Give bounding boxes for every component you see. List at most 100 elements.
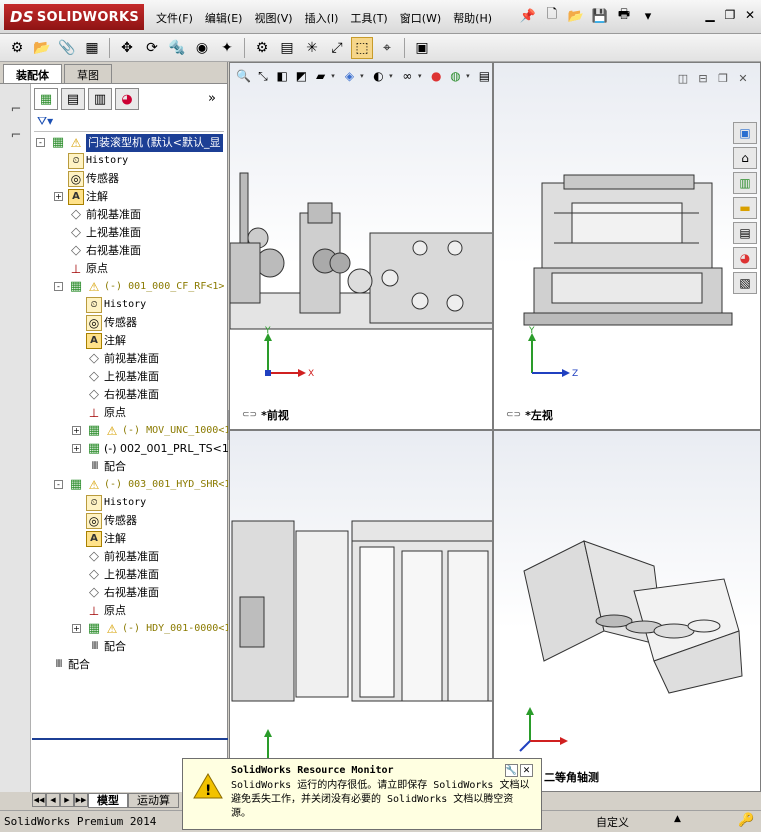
display-style-icon[interactable]: ◐ [370,67,387,85]
viewport-isometric[interactable]: 二等角轴测 [493,430,761,792]
design-library-icon[interactable]: ▥ [733,172,757,194]
edit-appearance-icon[interactable]: ● [428,67,445,85]
tree-item[interactable]: ◇ 前视基准面 [32,206,228,224]
menu-edit[interactable]: 编辑(E) [199,8,249,28]
file-explorer-icon[interactable]: ▬ [733,197,757,219]
link-views-icon[interactable]: ⊂⊃ [242,410,257,420]
move-component-icon[interactable]: ✥ [116,37,138,59]
display-manager-tab-icon[interactable]: ◕ [115,88,139,110]
tools-icon[interactable]: 🔧 [505,764,518,777]
viewport-top[interactable] [229,430,493,792]
tree-item[interactable]: + ▦ ⚠ (-) MOV_UNC_1000<1> [32,422,228,440]
expand-icon[interactable]: + [72,444,81,453]
new-part-icon[interactable]: 📂 [31,37,53,59]
tree-item[interactable]: ◇ 右视基准面 [32,584,228,602]
tree-item[interactable]: ⫴⫴ 配合 [32,638,228,656]
tab-motion-study[interactable]: 运动算 [128,793,179,808]
viewport-front[interactable]: Y X ⊂⊃ *前视 [229,62,493,430]
expand-icon[interactable]: + [54,192,63,201]
tree-item[interactable]: + ▦ ⚠ (-) HDY_001-0000<1> [32,620,228,638]
minimize-icon[interactable]: ▁ [701,6,719,24]
tree-item[interactable]: ◇ 右视基准面 [32,386,228,404]
feature-tree-tab-icon[interactable]: ▦ [34,88,58,110]
tab-sketch[interactable]: 草图 [64,64,112,83]
units-selector[interactable]: 自定义 [596,814,629,830]
dropdown-icon[interactable]: ▾ [389,72,397,80]
tree-item[interactable]: - ▦ ⚠ 闩装滚型机 (默认<默认_显 [32,134,228,152]
expand-icon[interactable]: + [72,426,81,435]
restore-icon[interactable]: ❐ [721,6,739,24]
pin-icon[interactable]: 📌 [518,6,538,26]
tree-item[interactable]: - ▦ ⚠ (-) 003_001_HYD_SHR<1> [32,476,228,494]
previous-view-icon[interactable]: ◧ [274,67,291,85]
dropdown-icon[interactable]: ▾ [418,72,426,80]
home-icon[interactable]: ⌂ [733,147,757,169]
tree-item[interactable]: ◎ 传感器 [32,512,228,530]
new-document-icon[interactable]: 🗋 [542,6,562,26]
close-icon[interactable]: ✕ [520,764,533,777]
bill-of-materials-icon[interactable]: ▤ [276,37,298,59]
print-icon[interactable]: 🖶 [614,6,634,26]
menu-window[interactable]: 窗口(W) [394,8,447,28]
property-manager-tab-icon[interactable]: ▤ [61,88,85,110]
resource-monitor-notification[interactable]: ! SolidWorks Resource Monitor SolidWorks… [182,758,542,830]
tree-item[interactable]: ⊥ 原点 [32,260,228,278]
interference-detection-icon[interactable]: ⬚ [351,36,373,59]
tree-item[interactable]: + A 注解 [32,188,228,206]
custom-properties-icon[interactable]: ▧ [733,272,757,294]
show-hidden-icon[interactable]: ◉ [191,37,213,59]
close-icon[interactable]: ✕ [741,6,759,24]
first-tab-icon[interactable]: ◀◀ [32,793,46,807]
view-settings-icon[interactable]: ▤ [476,67,493,85]
horizontal-tile-icon[interactable]: ◫ [676,71,690,85]
close-viewport-icon[interactable]: ✕ [736,71,750,85]
configuration-manager-tab-icon[interactable]: ▥ [88,88,112,110]
explode-line-icon[interactable]: ⤢ [326,37,348,59]
menu-help[interactable]: 帮助(H) [447,8,498,28]
tree-item[interactable]: ⫴⫴ 配合 [32,656,228,674]
last-tab-icon[interactable]: ▶▶ [74,793,88,807]
appearances-icon[interactable]: ◕ [733,247,757,269]
mate-icon[interactable]: 📎 [56,37,78,59]
tree-item[interactable]: ◇ 上视基准面 [32,224,228,242]
dynamic-annotation-icon[interactable]: ▰ [312,67,329,85]
filter-icon[interactable]: ⛛▾ [37,114,53,128]
collapse-icon[interactable]: - [54,282,63,291]
tree-item[interactable]: ⏲ History [32,296,228,314]
expand-icon[interactable]: + [72,624,81,633]
tree-item[interactable]: ◎ 传感器 [32,314,228,332]
view-palette-icon[interactable]: ▤ [733,222,757,244]
insert-component-icon[interactable]: ⚙ [6,37,28,59]
save-icon[interactable]: 💾 [590,6,610,26]
tree-item[interactable]: ◇ 上视基准面 [32,368,228,386]
tree-item[interactable]: ⏲ History [32,152,228,170]
apply-scene-icon[interactable]: ◍ [447,67,464,85]
dropdown-icon[interactable]: ▾ [331,72,339,80]
link-views-icon[interactable]: ⊂⊃ [506,410,521,420]
collapse-icon[interactable]: - [54,480,63,489]
tree-item[interactable]: ◇ 前视基准面 [32,548,228,566]
tab-model[interactable]: 模型 [88,793,128,808]
options-icon[interactable]: ▾ [638,6,658,26]
tree-item[interactable]: A 注解 [32,332,228,350]
tree-item[interactable]: ⫴⫴ 配合 [32,458,228,476]
rotate-component-icon[interactable]: ⟳ [141,37,163,59]
tree-item[interactable]: ◇ 上视基准面 [32,566,228,584]
solidworks-resources-icon[interactable]: ▣ [733,122,757,144]
tree-item[interactable]: ⊥ 原点 [32,602,228,620]
menu-view[interactable]: 视图(V) [248,8,298,28]
next-tab-icon[interactable]: ▶ [60,793,74,807]
tree-item[interactable]: ◇ 前视基准面 [32,350,228,368]
exploded-view-icon[interactable]: ✳ [301,37,323,59]
viewport-left[interactable]: ◫ ⊟ ❐ ✕ Y Z ⊂⊃ *左视 [493,62,761,430]
tree-item[interactable]: ◇ 右视基准面 [32,242,228,260]
rebuild-status-icon[interactable]: 🔑 [738,813,754,828]
menu-insert[interactable]: 插入(I) [299,8,345,28]
menu-tools[interactable]: 工具(T) [344,8,393,28]
chevron-right-icon[interactable]: » [208,91,216,106]
chevron-up-icon[interactable]: ▲ [674,814,681,824]
step-icon[interactable]: ⌐ [4,124,28,146]
assembly-features-icon[interactable]: ✦ [216,37,238,59]
reference-geometry-icon[interactable]: ⚙ [251,37,273,59]
hide-show-items-icon[interactable]: ∞ [399,67,416,85]
